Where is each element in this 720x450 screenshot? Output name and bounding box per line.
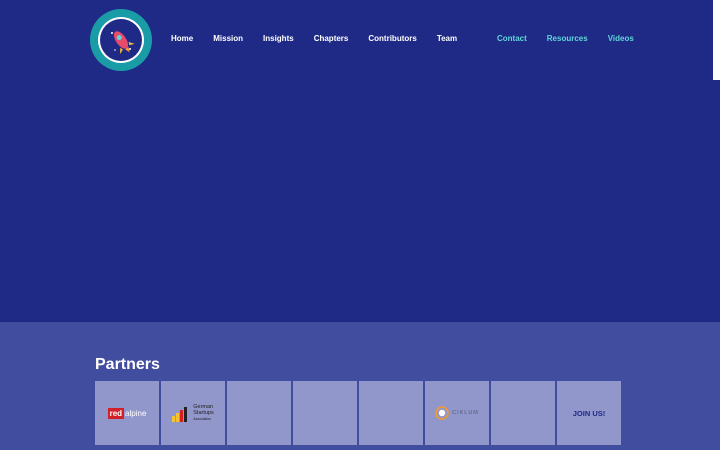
nav-link-contributors[interactable]: Contributors (368, 34, 416, 44)
german-startups-line3: Association (193, 417, 212, 421)
nav-link-chapters[interactable]: Chapters (314, 34, 349, 44)
site-logo[interactable] (90, 9, 152, 71)
partners-section: Partners red alpine German Startups Asso… (0, 322, 720, 450)
partner-tile-empty[interactable] (227, 381, 291, 445)
secondary-nav: Contact Resources Videos (497, 34, 654, 44)
nav-link-mission[interactable]: Mission (213, 34, 243, 44)
partner-tile-redalpine[interactable]: red alpine (95, 381, 159, 445)
redalpine-logo-red: red (107, 407, 125, 419)
redalpine-logo: red alpine (107, 407, 147, 419)
partner-tile-empty[interactable] (359, 381, 423, 445)
join-us-label: JOIN US! (572, 408, 606, 418)
nav-link-contact[interactable]: Contact (497, 34, 527, 44)
partner-tile-empty[interactable] (293, 381, 357, 445)
nav-link-resources[interactable]: Resources (547, 34, 588, 44)
ciklum-label: CIKLUM (452, 410, 479, 416)
nav-link-home[interactable]: Home (171, 34, 193, 44)
ciklum-icon (435, 406, 449, 420)
nav-link-insights[interactable]: Insights (263, 34, 294, 44)
partner-tile-empty[interactable] (491, 381, 555, 445)
partner-tile-join[interactable]: JOIN US! (557, 381, 621, 445)
partners-heading: Partners (95, 356, 160, 373)
nav-link-team[interactable]: Team (437, 34, 457, 44)
partner-tile-ciklum[interactable]: CIKLUM (425, 381, 489, 445)
primary-nav: Home Mission Insights Chapters Contribut… (171, 34, 477, 44)
redalpine-logo-alpine: alpine (125, 408, 147, 418)
nav-link-videos[interactable]: Videos (608, 34, 634, 44)
partner-tile-german-startups[interactable]: German Startups Association (161, 381, 225, 445)
german-startups-icon (172, 407, 188, 422)
german-startups-text: German Startups Association (193, 404, 213, 422)
site-header: Home Mission Insights Chapters Contribut… (0, 0, 720, 80)
